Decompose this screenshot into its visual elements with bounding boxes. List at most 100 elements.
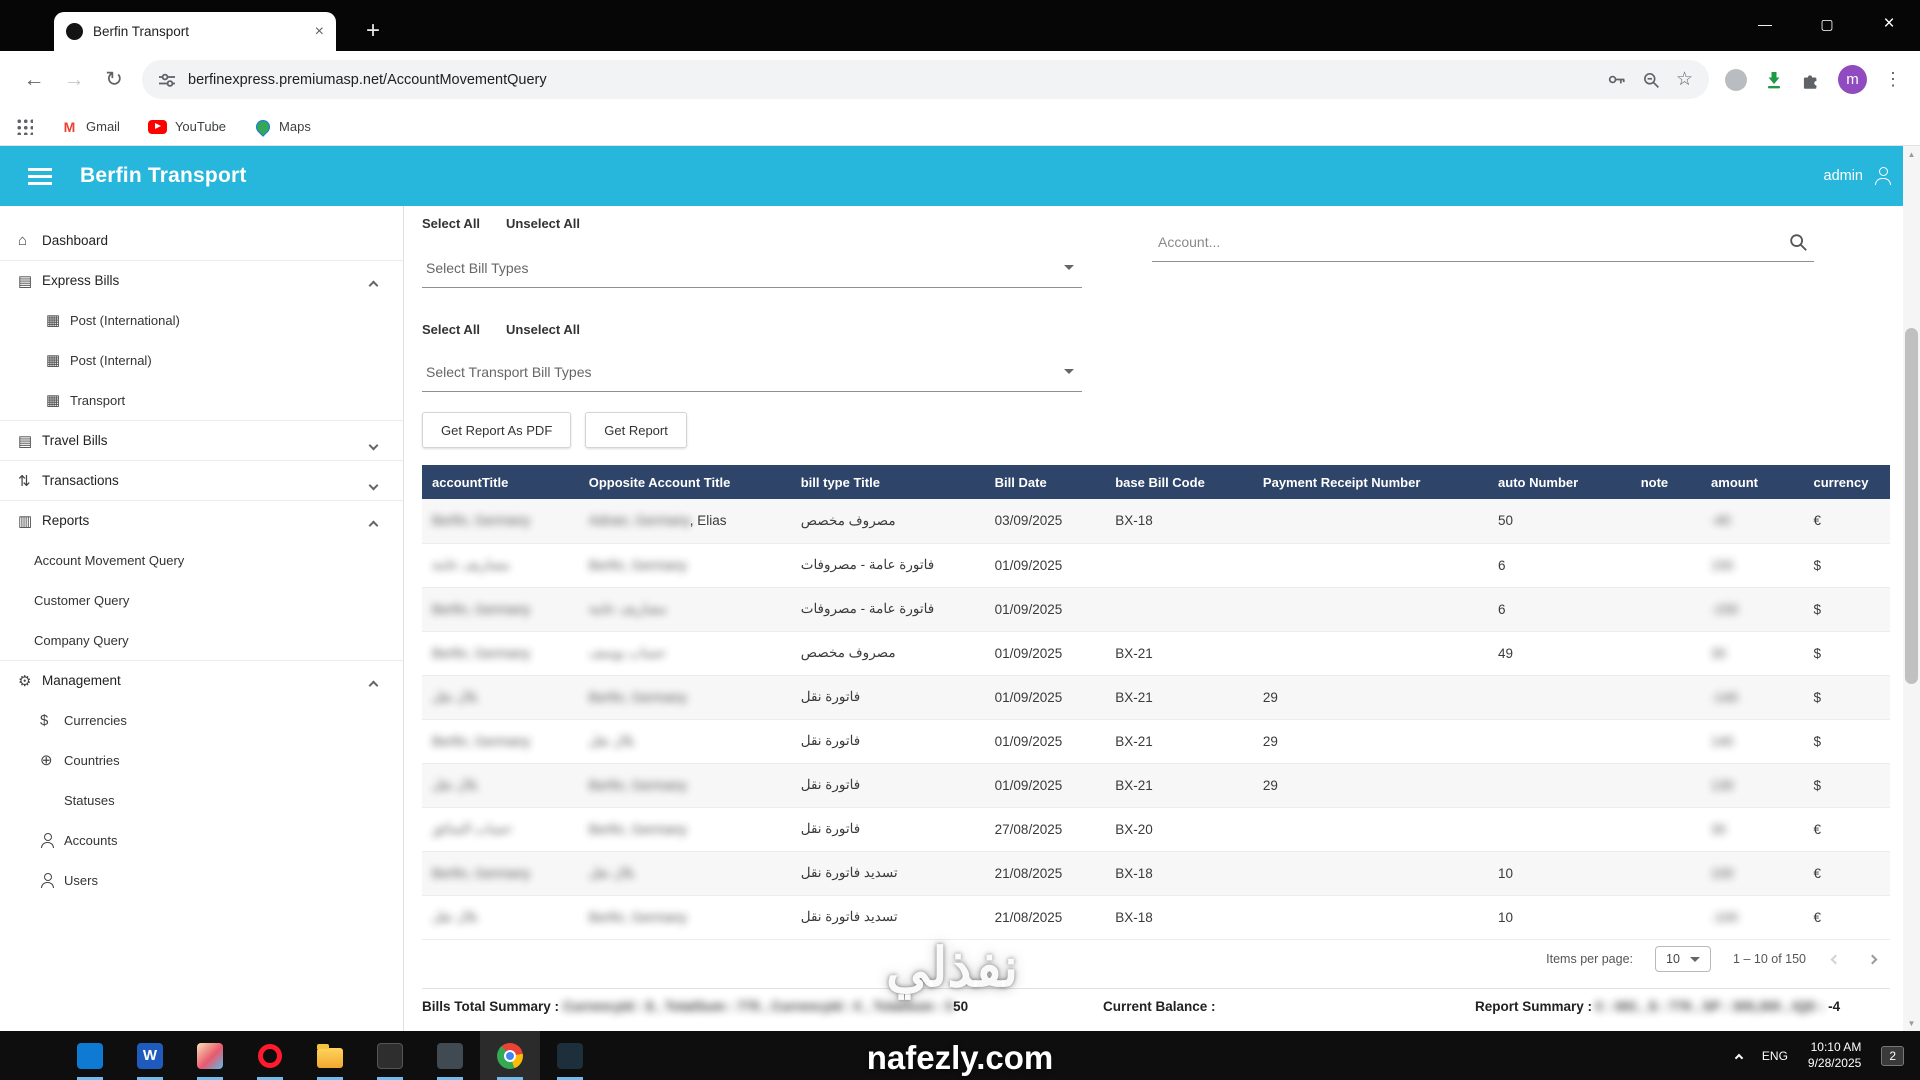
bookmark-star-icon[interactable]: ☆ [1676, 68, 1693, 91]
sidebar-item-reports[interactable]: ▥Reports [0, 500, 403, 540]
browser-menu-icon[interactable]: ⋮ [1884, 69, 1902, 90]
taskbar-media-icon[interactable] [540, 1031, 600, 1080]
extensions-puzzle-icon[interactable] [1801, 70, 1821, 90]
get-report-button[interactable]: Get Report [585, 412, 687, 448]
back-icon[interactable]: ← [14, 68, 54, 92]
transport-bill-types-dropdown[interactable]: Select Transport Bill Types [422, 352, 1082, 392]
hamburger-menu-icon[interactable] [28, 168, 52, 171]
table-row[interactable]: حساب السائقBerfin, Germanyفاتورة نقل27/0… [422, 807, 1890, 851]
table-row[interactable]: Berfin, GermanyAdnan, Germany, Eliasمصرو… [422, 499, 1890, 543]
start-icon [19, 1045, 41, 1067]
taskbar-file-explorer-icon[interactable] [300, 1031, 360, 1080]
scrollbar-thumb[interactable] [1905, 328, 1918, 684]
unselect-all-link[interactable]: Unselect All [506, 322, 580, 337]
select-all-link[interactable]: Select All [422, 216, 480, 231]
scroll-up-icon[interactable]: ▲ [1903, 146, 1920, 162]
taskbar-vscode-icon[interactable] [60, 1031, 120, 1080]
sidebar-item-statuses[interactable]: Statuses [0, 780, 403, 820]
table-cell [1253, 851, 1488, 895]
password-key-icon[interactable] [1607, 70, 1626, 89]
url-text[interactable]: berfinexpress.premiumasp.net/AccountMove… [188, 72, 1591, 88]
sidebar-item-account-movement-query[interactable]: Account Movement Query [0, 540, 403, 580]
bill-types-select-links: Select All Unselect All [422, 216, 580, 231]
tune-icon[interactable] [158, 71, 176, 89]
minimize-button[interactable]: — [1734, 0, 1796, 48]
new-tab-button[interactable]: + [356, 14, 390, 48]
taskbar-word-icon[interactable]: W [120, 1031, 180, 1080]
sidebar-item-transactions[interactable]: ⇅Transactions [0, 460, 403, 500]
table-row[interactable]: بلال نقلBerfin, Germanyفاتورة نقل01/09/2… [422, 675, 1890, 719]
bill-types-dropdown[interactable]: Select Bill Types [422, 248, 1082, 288]
table-cell: 30 [1701, 631, 1803, 675]
taskbar-calculator-icon[interactable] [420, 1031, 480, 1080]
items-per-page-label: Items per page: [1546, 952, 1633, 966]
clock[interactable]: 10:10 AM 9/28/2025 [1808, 1040, 1861, 1071]
taskbar-start-icon[interactable] [0, 1031, 60, 1080]
sidebar-item-countries[interactable]: ⊕Countries [0, 740, 403, 780]
browser-tab[interactable]: Berfin Transport × [54, 12, 336, 51]
sidebar-item-company-query[interactable]: Company Query [0, 620, 403, 660]
profile-avatar[interactable]: m [1838, 65, 1867, 94]
sidebar-item-express-bills[interactable]: ▤Express Bills [0, 260, 403, 300]
table-cell: 10 [1488, 851, 1631, 895]
notification-badge[interactable]: 2 [1881, 1046, 1904, 1066]
table-cell: مصاريف عامة [579, 587, 791, 631]
sidebar-item-currencies[interactable]: $Currencies [0, 700, 403, 740]
taskbar-opera-icon[interactable] [240, 1031, 300, 1080]
account-search-input[interactable] [1158, 234, 1788, 250]
address-bar[interactable]: berfinexpress.premiumasp.net/AccountMove… [142, 60, 1709, 99]
table-row[interactable]: Berfin, Germanyبلال نقلفاتورة نقل01/09/2… [422, 719, 1890, 763]
reload-icon[interactable]: ↻ [94, 67, 134, 92]
sidebar-item-post-internal[interactable]: ▦Post (Internal) [0, 340, 403, 380]
scroll-down-icon[interactable]: ▼ [1903, 1015, 1920, 1031]
table-row[interactable]: مصاريف عامةBerfin, Germanyفاتورة عامة - … [422, 543, 1890, 587]
scrollbar[interactable]: ▲ ▼ [1903, 146, 1920, 1031]
user-menu[interactable]: admin [1824, 167, 1893, 185]
next-page-button[interactable] [1865, 948, 1880, 970]
table-cell: Berfin, Germany [579, 675, 791, 719]
table-cell [1253, 499, 1488, 543]
table-cell [1488, 675, 1631, 719]
zoom-icon[interactable] [1642, 71, 1660, 89]
window-controls: — ▢ × [1734, 0, 1920, 48]
language-indicator[interactable]: ENG [1762, 1049, 1788, 1063]
tray-expand-icon[interactable] [1735, 1053, 1743, 1061]
sidebar-item-customer-query[interactable]: Customer Query [0, 580, 403, 620]
bookmark-maps[interactable]: Maps [254, 118, 311, 135]
sidebar-item-travel-bills[interactable]: ▤Travel Bills [0, 420, 403, 460]
sidebar-item-dashboard[interactable]: ⌂Dashboard [0, 220, 403, 260]
taskbar-chrome-icon[interactable] [480, 1031, 540, 1080]
unselect-all-link[interactable]: Unselect All [506, 216, 580, 231]
tab-close-icon[interactable]: × [315, 23, 324, 41]
sidebar-item-management[interactable]: ⚙Management [0, 660, 403, 700]
close-button[interactable]: × [1858, 0, 1920, 48]
sidebar-item-accounts[interactable]: Accounts [0, 820, 403, 860]
download-manager-icon[interactable] [1764, 70, 1784, 90]
search-icon[interactable] [1788, 232, 1808, 252]
bookmark-youtube[interactable]: YouTube [148, 118, 226, 135]
table-row[interactable]: Berfin, Germanyمصاريف عامةفاتورة عامة - … [422, 587, 1890, 631]
maximize-button[interactable]: ▢ [1796, 0, 1858, 48]
sidebar-item-users[interactable]: Users [0, 860, 403, 900]
table-cell [1631, 587, 1701, 631]
table-row[interactable]: بلال نقلBerfin, Germanyفاتورة نقل01/09/2… [422, 763, 1890, 807]
page-size-select[interactable]: 10 [1655, 946, 1711, 972]
table-cell: BX-21 [1105, 719, 1253, 763]
sidebar-menu: ⌂Dashboard▤Express Bills▦Post (Internati… [0, 220, 403, 900]
forward-icon[interactable]: → [54, 68, 94, 92]
taskbar-paint-icon[interactable] [180, 1031, 240, 1080]
apps-grid-icon[interactable] [16, 118, 33, 135]
sidebar-item-transport[interactable]: ▦Transport [0, 380, 403, 420]
select-all-link[interactable]: Select All [422, 322, 480, 337]
extension-icon[interactable] [1725, 69, 1747, 91]
bookmark-gmail[interactable]: MGmail [61, 118, 120, 135]
get-report-pdf-button[interactable]: Get Report As PDF [422, 412, 571, 448]
taskbar-terminal-icon[interactable] [360, 1031, 420, 1080]
table-row[interactable]: بلال نقلBerfin, Germanyتسديد فاتورة نقل2… [422, 895, 1890, 939]
table-cell: € [1804, 851, 1890, 895]
table-row[interactable]: Berfin, Germanyبلال نقلتسديد فاتورة نقل2… [422, 851, 1890, 895]
sidebar-item-post-international[interactable]: ▦Post (International) [0, 300, 403, 340]
table-row[interactable]: Berfin, Germanyحساب يوسفمصروف مخصص01/09/… [422, 631, 1890, 675]
previous-page-button[interactable] [1828, 948, 1843, 970]
transport-bill-types-dropdown-label: Select Transport Bill Types [426, 364, 591, 380]
